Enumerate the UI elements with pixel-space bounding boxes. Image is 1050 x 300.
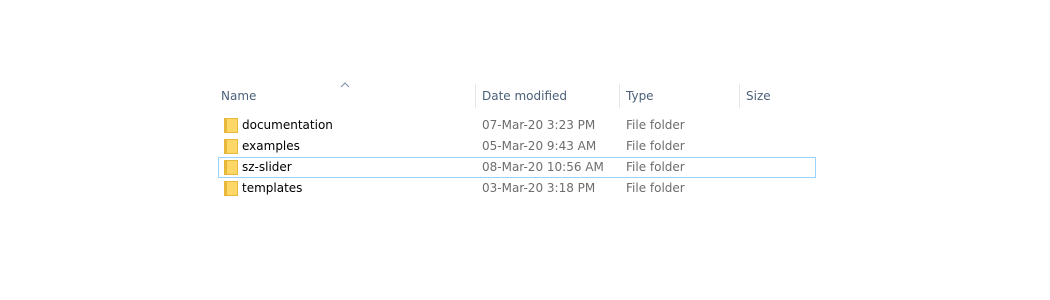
column-header-type-label: Type (626, 89, 654, 103)
column-header-name[interactable]: Name (215, 83, 475, 109)
file-date-modified: 07-Mar-20 3:23 PM (482, 118, 596, 132)
file-type: File folder (626, 181, 685, 195)
file-date-modified: 03-Mar-20 3:18 PM (482, 181, 596, 195)
file-name: templates (242, 181, 303, 195)
column-header-date-modified-label: Date modified (482, 89, 568, 103)
file-row-examples[interactable]: examples 05-Mar-20 9:43 AM File folder (218, 136, 816, 157)
file-type: File folder (626, 160, 685, 174)
folder-icon (224, 139, 238, 154)
file-row-sz-slider[interactable]: sz-slider 08-Mar-20 10:56 AM File folder (218, 157, 816, 178)
file-name: examples (242, 139, 300, 153)
file-row-templates[interactable]: templates 03-Mar-20 3:18 PM File folder (218, 178, 816, 199)
file-date-modified: 05-Mar-20 9:43 AM (482, 139, 597, 153)
column-header-date-modified[interactable]: Date modified (476, 83, 619, 109)
column-header-type[interactable]: Type (620, 83, 739, 109)
file-name: documentation (242, 118, 333, 132)
file-type: File folder (626, 139, 685, 153)
file-list-pane: Name Date modified Type Size documentati… (0, 0, 1050, 300)
file-row-documentation[interactable]: documentation 07-Mar-20 3:23 PM File fol… (218, 115, 816, 136)
folder-icon (224, 181, 238, 196)
file-name: sz-slider (242, 160, 292, 174)
folder-icon (224, 160, 238, 175)
folder-icon (224, 118, 238, 133)
column-header-name-label: Name (221, 89, 257, 103)
file-type: File folder (626, 118, 685, 132)
column-header-size-label: Size (746, 89, 771, 103)
column-header-size[interactable]: Size (740, 83, 830, 109)
file-date-modified: 08-Mar-20 10:56 AM (482, 160, 604, 174)
